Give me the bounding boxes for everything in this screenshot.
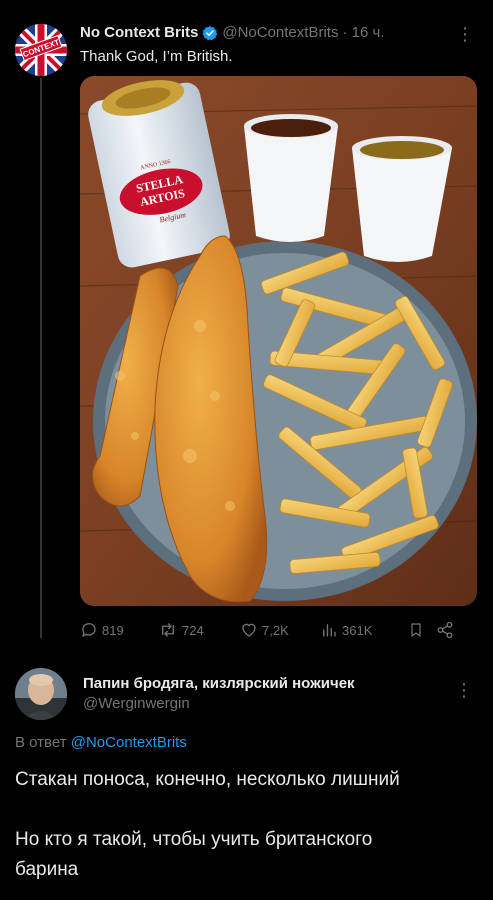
reply-icon — [82, 623, 96, 637]
replying-to-prefix: В ответ — [15, 734, 67, 751]
reply-button[interactable]: 819 — [80, 621, 158, 639]
verified-badge-icon — [202, 25, 218, 41]
tweet-media-image[interactable]: STELLA ARTOIS ANNO 1366 Belgium — [80, 76, 477, 606]
tweet-timestamp[interactable]: · 16 ч. — [342, 24, 384, 41]
reply-more-options-icon[interactable]: ⋮ — [455, 680, 473, 701]
bookmark-icon — [411, 623, 421, 637]
thread-connector-line — [40, 78, 42, 638]
share-icon — [437, 621, 453, 639]
tweet-text: Thank God, I’m British. — [80, 48, 233, 65]
author-handle[interactable]: @NoContextBrits — [222, 24, 338, 41]
author-name[interactable]: No Context Brits — [80, 24, 198, 41]
reply-text-line1: Стакан поноса, конечно, несколько лишний — [15, 769, 400, 790]
reply-author-handle[interactable]: @Werginwergin — [83, 695, 190, 712]
reply-avatar-photo — [15, 668, 67, 720]
views-chart-icon — [323, 624, 336, 637]
reply-text: Стакан поноса, конечно, несколько лишний… — [15, 765, 480, 885]
tweet-header: No Context Brits @NoContextBrits · 16 ч. — [80, 24, 453, 41]
reply-author-name[interactable]: Папин бродяга, кизлярский ножичек — [83, 675, 355, 692]
like-button[interactable]: 7,2K — [240, 621, 320, 639]
union-jack-avatar-image: CONTEXT — [15, 24, 67, 76]
author-avatar[interactable]: CONTEXT — [15, 24, 67, 76]
repost-count: 724 — [182, 622, 204, 638]
reply-author-avatar[interactable] — [15, 668, 67, 720]
reply-text-line3: барина — [15, 859, 79, 880]
heart-icon — [242, 623, 256, 637]
views-count: 361K — [342, 622, 373, 638]
repost-icon — [162, 623, 174, 637]
more-options-icon[interactable]: ⋮ — [456, 24, 474, 44]
replying-to-mention[interactable]: @NoContextBrits — [71, 734, 187, 751]
reply-text-line2: Но кто я такой, чтобы учить британского — [15, 829, 373, 850]
reply-count: 819 — [102, 622, 124, 638]
share-button[interactable] — [436, 621, 460, 639]
tweet-actions-bar: 819 724 7,2K 361K — [80, 620, 470, 640]
views-button[interactable]: 361K — [320, 621, 408, 639]
bookmark-button[interactable] — [408, 621, 436, 639]
replying-to-line: В ответ @NoContextBrits — [15, 734, 187, 751]
fish-and-chips-photo: STELLA ARTOIS ANNO 1366 Belgium — [80, 76, 477, 606]
like-count: 7,2K — [262, 622, 289, 638]
repost-button[interactable]: 724 — [158, 621, 240, 639]
